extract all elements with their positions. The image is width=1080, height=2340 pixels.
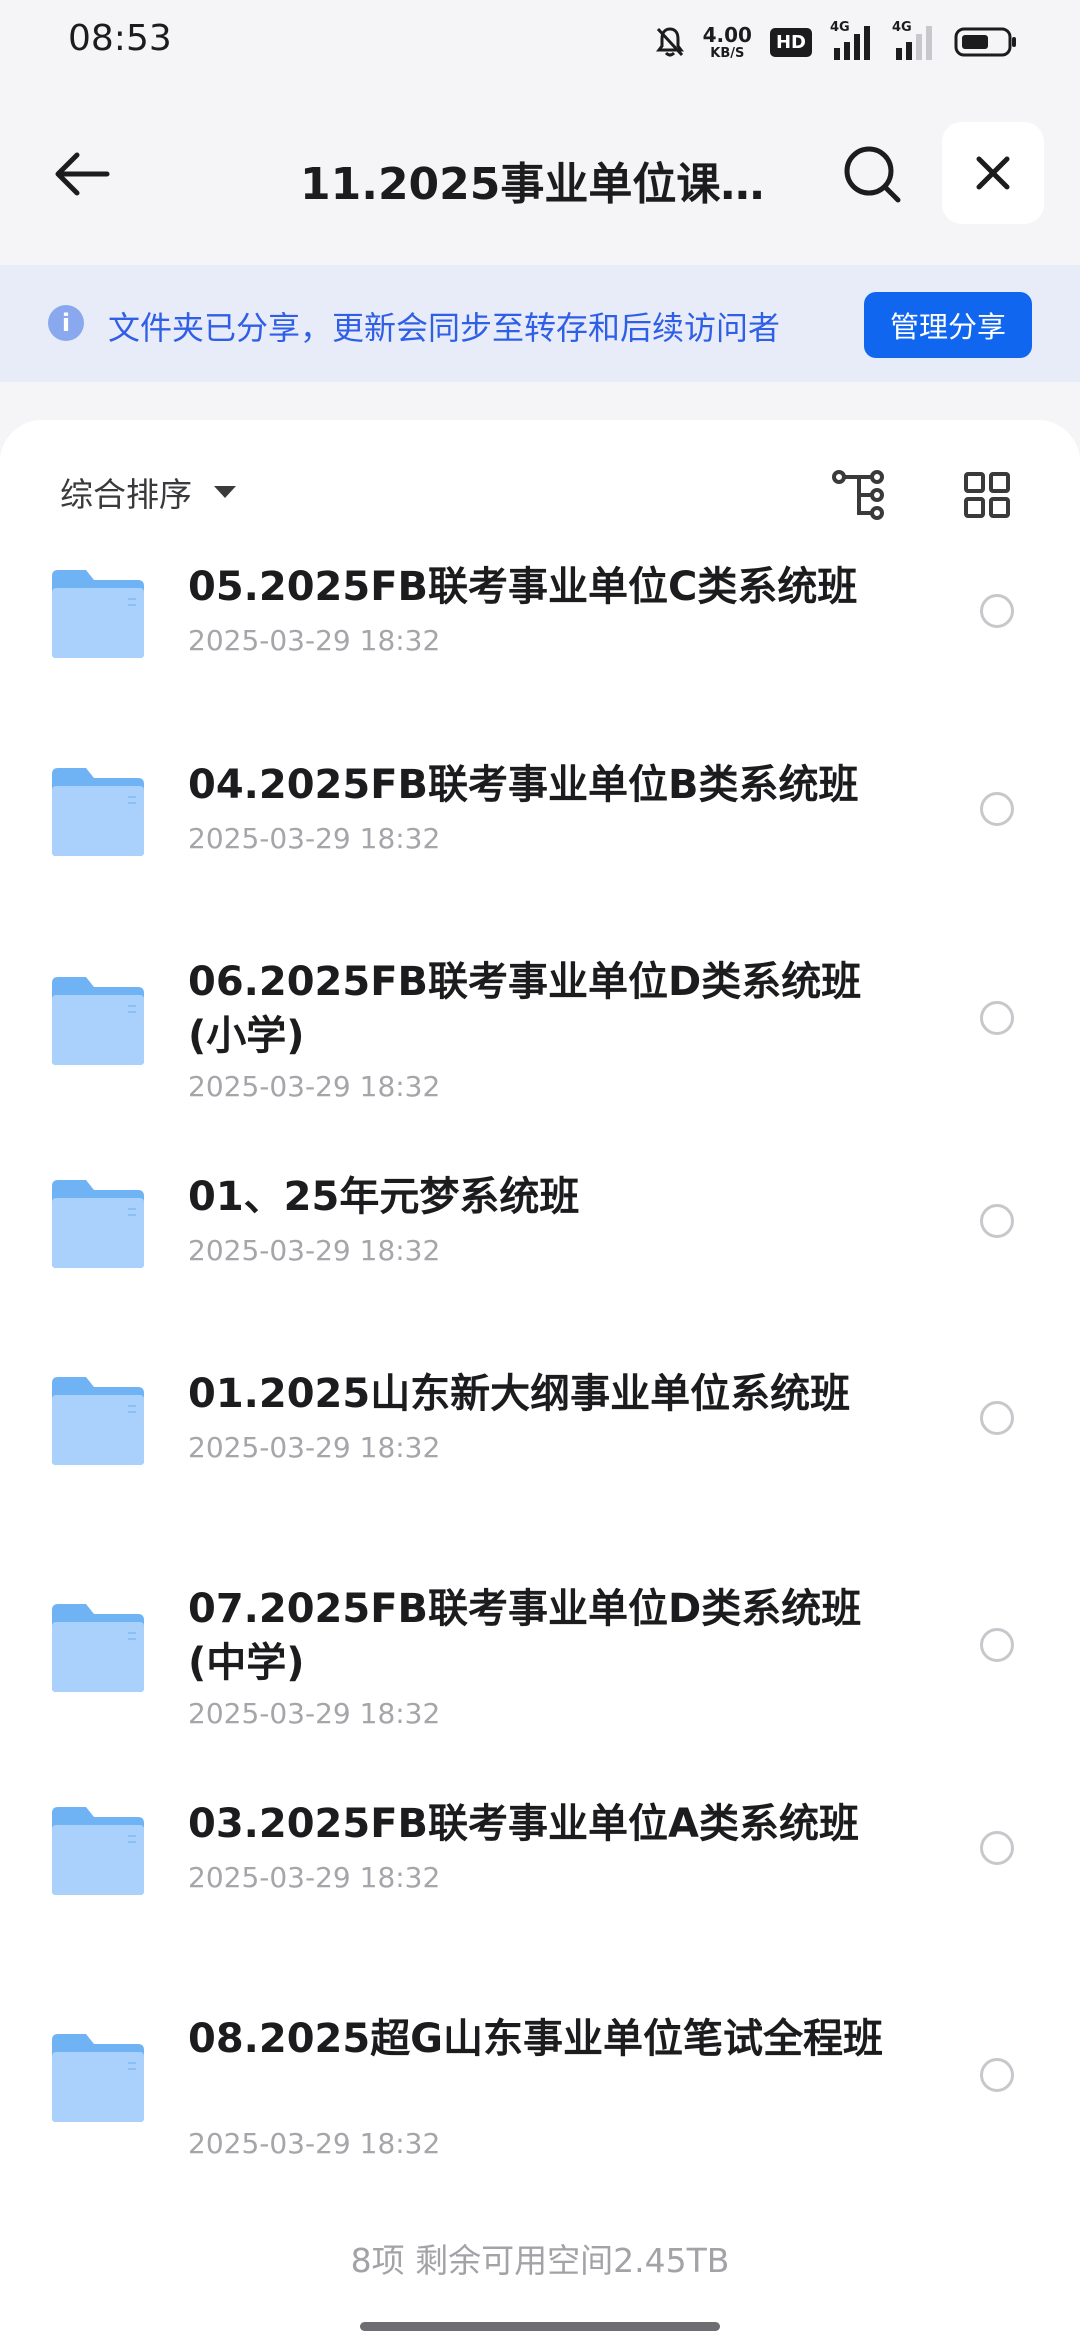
select-checkbox[interactable] xyxy=(980,1628,1014,1662)
file-name: 05.2025FB联考事业单位C类系统班 xyxy=(188,564,858,610)
grid-view-button[interactable] xyxy=(954,462,1020,528)
file-date: 2025-03-29 18:32 xyxy=(188,1861,441,1894)
file-row[interactable]: 05.2025FB联考事业单位C类系统班 2025-03-29 18:32 xyxy=(0,560,1080,700)
file-name: 04.2025FB联考事业单位B类系统班 xyxy=(188,762,859,808)
file-date: 2025-03-29 18:32 xyxy=(188,1070,441,1103)
close-button[interactable] xyxy=(942,122,1044,224)
net-speed-unit: KB/S xyxy=(710,45,745,61)
folder-icon xyxy=(52,2034,144,2122)
folder-icon xyxy=(52,1180,144,1268)
sort-label: 综合排序 xyxy=(60,475,192,514)
status-time: 08:53 xyxy=(68,18,172,59)
file-row[interactable]: 04.2025FB联考事业单位B类系统班 2025-03-29 18:32 xyxy=(0,758,1080,898)
status-icons: 4.00 KB/S HD 4G 4G xyxy=(655,20,1018,64)
bell-muted-icon xyxy=(655,27,684,57)
folder-icon xyxy=(52,1807,144,1895)
info-icon: i xyxy=(48,305,84,341)
caret-down-icon xyxy=(214,486,236,498)
grid-view-icon xyxy=(964,472,1010,518)
file-name: 01、25年元梦系统班 xyxy=(188,1174,580,1220)
file-row[interactable]: 03.2025FB联考事业单位A类系统班 2025-03-29 18:32 xyxy=(0,1797,1080,1937)
select-checkbox[interactable] xyxy=(980,1401,1014,1435)
file-date: 2025-03-29 18:32 xyxy=(188,1431,441,1464)
folder-icon xyxy=(52,570,144,658)
file-row[interactable]: 01、25年元梦系统班 2025-03-29 18:32 xyxy=(0,1170,1080,1310)
back-arrow-icon xyxy=(55,152,110,196)
page-title: 11.2025事业单位课… xyxy=(300,159,765,210)
back-button[interactable] xyxy=(40,132,124,216)
top-bar: 11.2025事业单位课… xyxy=(0,110,1080,240)
select-checkbox[interactable] xyxy=(980,2058,1014,2092)
file-date: 2025-03-29 18:32 xyxy=(188,822,441,855)
net-speed: 4.00 KB/S xyxy=(703,25,752,60)
folder-icon xyxy=(52,1377,144,1465)
home-indicator[interactable] xyxy=(360,2322,720,2331)
battery-icon xyxy=(954,27,1016,57)
select-checkbox[interactable] xyxy=(980,1831,1014,1865)
search-button[interactable] xyxy=(830,132,914,216)
folder-icon xyxy=(52,1604,144,1692)
signal-icon: 4G xyxy=(892,20,936,60)
search-icon xyxy=(844,146,901,203)
file-name: 06.2025FB联考事业单位D类系统班(小学) xyxy=(188,959,862,1059)
file-date: 2025-03-29 18:32 xyxy=(188,2127,441,2160)
file-row[interactable]: 08.2025超G山东事业单位笔试全程班 2025-03-29 18:32 xyxy=(0,2012,1080,2202)
file-name: 03.2025FB联考事业单位A类系统班 xyxy=(188,1801,859,1847)
file-name: 01.2025山东新大纲事业单位系统班 xyxy=(188,1371,851,1417)
file-date: 2025-03-29 18:32 xyxy=(188,1234,441,1267)
close-icon xyxy=(976,156,1010,190)
file-row[interactable]: 01.2025山东新大纲事业单位系统班 2025-03-29 18:32 xyxy=(0,1367,1080,1507)
file-name: 07.2025FB联考事业单位D类系统班(中学) xyxy=(188,1586,862,1686)
file-date: 2025-03-29 18:32 xyxy=(188,624,441,657)
folder-icon xyxy=(52,768,144,856)
manage-share-button[interactable]: 管理分享 xyxy=(864,292,1032,358)
file-date: 2025-03-29 18:32 xyxy=(188,1697,441,1730)
net-speed-value: 4.00 xyxy=(702,22,752,47)
signal-icon: 4G xyxy=(830,20,874,60)
file-row[interactable]: 07.2025FB联考事业单位D类系统班(中学) 2025-03-29 18:32 xyxy=(0,1582,1080,1772)
file-name: 08.2025超G山东事业单位笔试全程班 xyxy=(188,2016,884,2062)
tree-view-icon xyxy=(832,470,884,520)
share-notice-banner: i 文件夹已分享，更新会同步至转存和后续访问者 管理分享 xyxy=(0,265,1080,382)
storage-summary: 8项 剩余可用空间2.45TB xyxy=(350,2241,730,2280)
hd-voice-icon: HD xyxy=(769,27,812,57)
select-checkbox[interactable] xyxy=(980,594,1014,628)
folder-icon xyxy=(52,977,144,1065)
share-notice-text: 文件夹已分享，更新会同步至转存和后续访问者 xyxy=(108,309,781,347)
status-bar: 08:53 4.00 KB/S HD 4G 4G xyxy=(0,0,1080,84)
sort-dropdown[interactable]: 综合排序 xyxy=(60,468,236,516)
select-checkbox[interactable] xyxy=(980,1001,1014,1035)
tree-view-button[interactable] xyxy=(828,462,894,528)
file-row[interactable]: 06.2025FB联考事业单位D类系统班(小学) 2025-03-29 18:32 xyxy=(0,955,1080,1145)
select-checkbox[interactable] xyxy=(980,792,1014,826)
select-checkbox[interactable] xyxy=(980,1204,1014,1238)
